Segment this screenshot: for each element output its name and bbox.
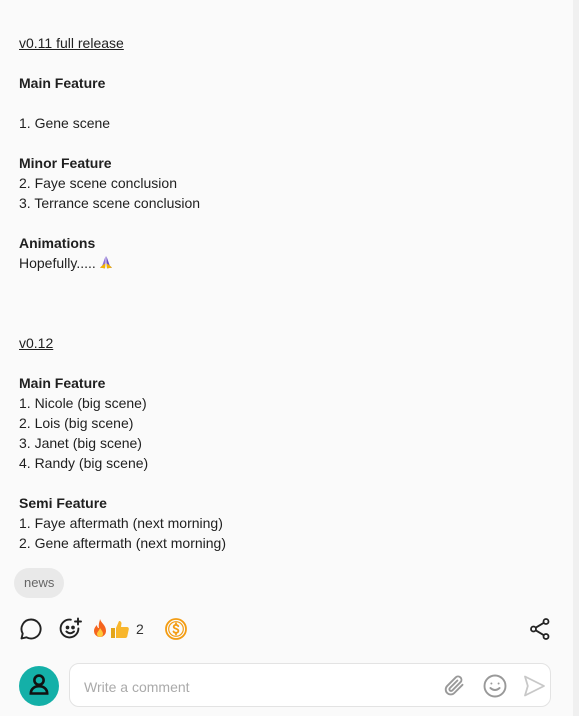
list-item: 3. Janet (big scene) — [19, 435, 142, 451]
section-heading: Animations — [19, 235, 96, 251]
comment-button[interactable] — [18, 618, 44, 644]
tag-news[interactable]: news — [14, 568, 65, 598]
thumbs-up-emoji — [109, 618, 131, 645]
fire-reaction[interactable] — [90, 618, 110, 645]
comment-input[interactable] — [82, 676, 426, 698]
comment-box — [69, 663, 551, 707]
send-icon[interactable] — [521, 673, 547, 704]
scrollbar[interactable] — [573, 0, 579, 716]
attachment-icon[interactable] — [442, 673, 468, 704]
share-icon — [528, 617, 552, 646]
list-item: 1. Nicole (big scene) — [19, 395, 147, 411]
section-heading: Main Feature — [19, 75, 106, 91]
praying-hands-emoji — [98, 254, 114, 275]
comment-icon — [19, 617, 43, 646]
list-item: 2. Lois (big scene) — [19, 415, 134, 431]
tip-coin-icon — [164, 617, 188, 646]
add-reaction-button[interactable] — [57, 617, 85, 645]
section-heading: Minor Feature — [19, 155, 112, 171]
thumbs-up-reaction[interactable] — [109, 619, 131, 643]
reaction-count: 2 — [136, 621, 144, 637]
animations-line: Hopefully..... — [19, 253, 559, 273]
list-item: 2. Gene aftermath (next morning) — [19, 535, 226, 551]
list-item: 1. Gene scene — [19, 115, 111, 131]
share-button[interactable] — [527, 617, 553, 646]
tip-button[interactable] — [164, 617, 188, 646]
section-heading: Main Feature — [19, 375, 106, 391]
fire-emoji — [90, 618, 110, 645]
version-link-v012[interactable]: v0.12 — [19, 335, 53, 351]
emoji-icon[interactable] — [482, 673, 508, 704]
user-avatar[interactable] — [19, 666, 59, 706]
avatar-icon — [27, 672, 51, 701]
version-link-v011[interactable]: v0.11 full release — [19, 35, 124, 51]
list-item: 2. Faye scene conclusion — [19, 175, 177, 191]
section-heading: Semi Feature — [19, 495, 107, 511]
post-body: v0.11 full release Main Feature 1. Gene … — [19, 33, 559, 553]
list-item: 4. Randy (big scene) — [19, 455, 149, 471]
add-reaction-icon — [58, 616, 84, 647]
animations-text: Hopefully..... — [19, 255, 96, 271]
reaction-bar: 2 — [0, 614, 579, 648]
list-item: 3. Terrance scene conclusion — [19, 195, 201, 211]
list-item: 1. Faye aftermath (next morning) — [19, 515, 223, 531]
